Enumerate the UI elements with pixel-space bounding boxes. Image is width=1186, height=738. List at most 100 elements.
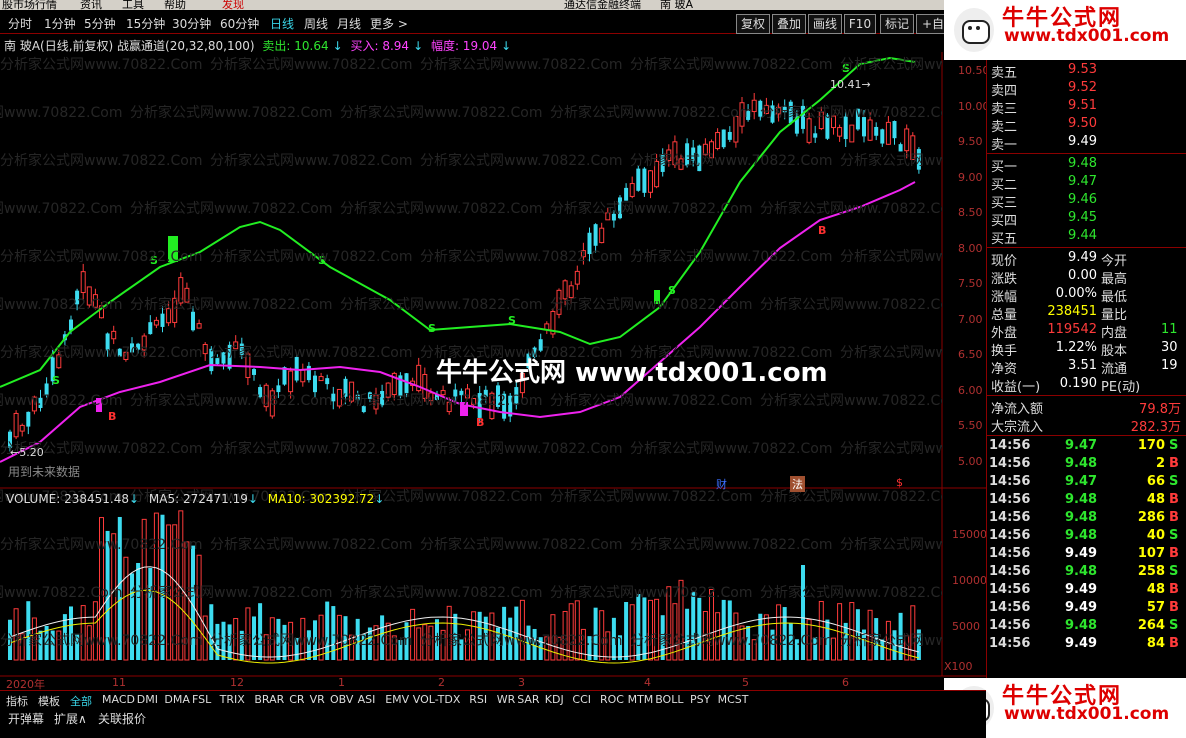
tick-row[interactable]: 14:56 9.48 264 S bbox=[989, 618, 1185, 636]
tick-row[interactable]: 14:56 9.49 57 B bbox=[989, 600, 1185, 618]
ad-banner-top[interactable]: 牛牛公式网 www.tdx001.com bbox=[944, 0, 1186, 60]
candle-down bbox=[306, 365, 311, 381]
mark-button[interactable]: 标记 bbox=[880, 14, 914, 34]
indicator-tab-macd[interactable]: MACD bbox=[102, 693, 135, 706]
indicator-tab-trix[interactable]: TRIX bbox=[220, 693, 245, 706]
volume-bar bbox=[739, 625, 745, 661]
indicator-tab-rsi[interactable]: RSI bbox=[469, 693, 487, 706]
draw-button[interactable]: 画线 bbox=[808, 14, 842, 34]
menu-item-news[interactable]: 资讯 bbox=[80, 0, 102, 10]
indicator-tab-brar[interactable]: BRAR bbox=[254, 693, 284, 706]
menu-item-market[interactable]: 股市场行情 bbox=[2, 0, 57, 10]
menu-item-tools[interactable]: 工具 bbox=[122, 0, 144, 10]
dividend-tag[interactable]: $ bbox=[896, 476, 903, 489]
menu-item-help[interactable]: 帮助 bbox=[164, 0, 186, 10]
volume-bar bbox=[440, 629, 446, 661]
indicator-tab-模板[interactable]: 模板 bbox=[38, 693, 60, 709]
tick-price: 9.48 bbox=[1065, 618, 1098, 633]
indicator-tab-dma[interactable]: DMA bbox=[164, 693, 190, 706]
tf-monthly[interactable]: 月线 bbox=[337, 15, 361, 32]
candle-up bbox=[715, 132, 721, 149]
volume-bar bbox=[410, 608, 416, 661]
indicator-tab-mtm[interactable]: MTM bbox=[628, 693, 654, 706]
tf-more[interactable]: 更多 > bbox=[370, 15, 408, 32]
volume-bar bbox=[422, 624, 428, 661]
tick-row[interactable]: 14:56 9.48 40 S bbox=[989, 528, 1185, 546]
tick-row[interactable]: 14:56 9.49 107 B bbox=[989, 546, 1185, 564]
finance-tag[interactable]: 财 bbox=[716, 476, 727, 492]
tick-volume: 264 bbox=[1137, 618, 1165, 633]
tick-row[interactable]: 14:56 9.47 170 S bbox=[989, 438, 1185, 456]
candle-up bbox=[666, 149, 672, 161]
candle-up bbox=[867, 119, 873, 141]
indicator-tab-vr[interactable]: VR bbox=[310, 693, 325, 706]
volume-bar bbox=[666, 586, 672, 661]
tick-row[interactable]: 14:56 9.49 84 B bbox=[989, 636, 1185, 654]
adjust-button[interactable]: 复权 bbox=[736, 14, 770, 34]
candle-up bbox=[776, 106, 782, 115]
indicator-tab-cci[interactable]: CCI bbox=[572, 693, 591, 706]
stat-row: 涨跌 0.00 最高 bbox=[989, 268, 1185, 287]
tf-intraday[interactable]: 分时 bbox=[8, 15, 32, 32]
indicator-tab-emv[interactable]: EMV bbox=[385, 693, 409, 706]
event-tag[interactable]: 法 bbox=[790, 476, 805, 492]
indicator-tab-boll[interactable]: BOLL bbox=[655, 693, 683, 706]
candle-down bbox=[898, 144, 903, 152]
danmaku-button[interactable]: 开弹幕 bbox=[8, 710, 44, 727]
tick-volume: 48 bbox=[1146, 582, 1165, 597]
overlay-button[interactable]: 叠加 bbox=[772, 14, 806, 34]
indicator-tab-fsl[interactable]: FSL bbox=[192, 693, 211, 706]
tf-weekly[interactable]: 周线 bbox=[304, 15, 328, 32]
candle-up bbox=[818, 111, 824, 130]
tick-row[interactable]: 14:56 9.48 258 S bbox=[989, 564, 1185, 582]
menu-item-discover[interactable]: 发现 bbox=[222, 0, 244, 10]
indicator-tab-指标[interactable]: 指标 bbox=[6, 693, 28, 709]
indicator-tab-roc[interactable]: ROC bbox=[600, 693, 624, 706]
related-quote-button[interactable]: 关联报价 bbox=[98, 710, 146, 727]
indicator-tab-obv[interactable]: OBV bbox=[330, 693, 353, 706]
volume-bar bbox=[373, 625, 379, 661]
tick-row[interactable]: 14:56 9.48 286 B bbox=[989, 510, 1185, 528]
tf-daily[interactable]: 日线 bbox=[270, 15, 294, 32]
indicator-tab-wr[interactable]: WR bbox=[497, 693, 516, 706]
tick-row[interactable]: 14:56 9.49 48 B bbox=[989, 582, 1185, 600]
buy-signal-marker: B bbox=[818, 224, 826, 237]
quote-panel: 卖五 9.53 卖四 9.52 卖三 9.51 卖二 9.50 卖一 9.49 买一 9.48 买二 9.… bbox=[986, 60, 1186, 678]
indicator-tab-全部[interactable]: 全部 bbox=[70, 693, 92, 709]
tf-5min[interactable]: 5分钟 bbox=[84, 15, 116, 32]
indicator-tab-psy[interactable]: PSY bbox=[690, 693, 710, 706]
tick-side: B bbox=[1169, 600, 1179, 615]
volume-bar bbox=[325, 601, 330, 660]
quote-price: 9.44 bbox=[1068, 228, 1097, 243]
f10-button[interactable]: F10 bbox=[844, 14, 876, 34]
candle-down bbox=[325, 378, 330, 385]
ma10-label: MA10: 302392.72 bbox=[267, 492, 375, 506]
candle-up bbox=[428, 392, 434, 402]
tf-30min[interactable]: 30分钟 bbox=[172, 15, 211, 32]
indicator-tab-vol-tdx[interactable]: VOL-TDX bbox=[413, 693, 461, 706]
tick-row[interactable]: 14:56 9.48 48 B bbox=[989, 492, 1185, 510]
indicator-tab-dmi[interactable]: DMI bbox=[137, 693, 158, 706]
candle-down bbox=[587, 232, 592, 255]
tick-row[interactable]: 14:56 9.47 66 S bbox=[989, 474, 1185, 492]
tf-1min[interactable]: 1分钟 bbox=[44, 15, 76, 32]
bottom-action-bar: 开弹幕 扩展∧ 关联报价 bbox=[0, 708, 986, 738]
tick-side: B bbox=[1169, 492, 1179, 507]
indicator-tab-asi[interactable]: ASI bbox=[358, 693, 376, 706]
tick-side: B bbox=[1169, 546, 1179, 561]
volume-bar bbox=[160, 514, 165, 660]
indicator-tab-sar[interactable]: SAR bbox=[517, 693, 539, 706]
volume-bar bbox=[758, 613, 763, 660]
quote-price: 9.53 bbox=[1068, 62, 1097, 77]
indicator-tab-cr[interactable]: CR bbox=[289, 693, 304, 706]
tf-15min[interactable]: 15分钟 bbox=[126, 15, 165, 32]
tick-row[interactable]: 14:56 9.48 2 B bbox=[989, 456, 1185, 474]
indicator-tab-kdj[interactable]: KDJ bbox=[545, 693, 564, 706]
ask-row: 卖四 9.52 bbox=[989, 80, 1185, 99]
indicator-tab-mcst[interactable]: MCST bbox=[718, 693, 749, 706]
candle-down bbox=[801, 105, 805, 129]
tf-60min[interactable]: 60分钟 bbox=[220, 15, 259, 32]
volume-bar bbox=[727, 600, 732, 660]
expand-button[interactable]: 扩展∧ bbox=[54, 710, 87, 727]
stat-label: 收益(一) bbox=[991, 380, 1041, 395]
